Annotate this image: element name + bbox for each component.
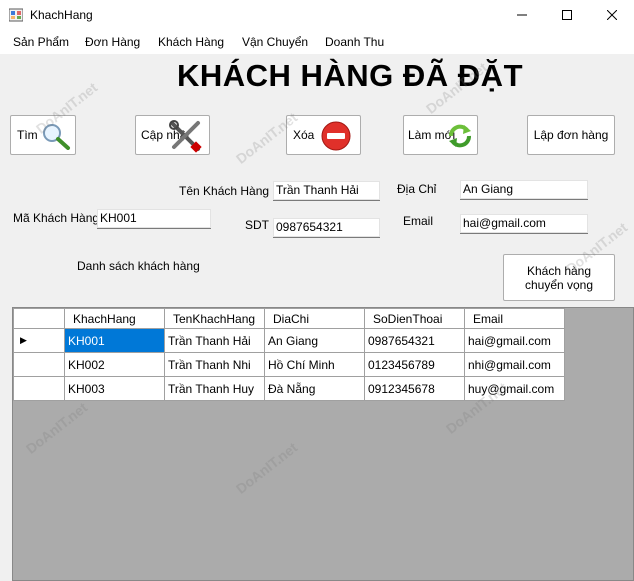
column-header-tenkhachhang[interactable]: TenKhachHang <box>164 308 265 329</box>
search-button[interactable]: Tìm <box>10 115 76 155</box>
close-button[interactable] <box>589 0 634 30</box>
minimize-icon <box>516 14 527 16</box>
refresh-icon <box>449 124 471 148</box>
menu-doanh-thu[interactable]: Doanh Thu <box>325 35 384 49</box>
menu-khach-hang[interactable]: Khách Hàng <box>158 35 224 49</box>
search-icon <box>43 124 70 150</box>
customer-data-grid[interactable]: KhachHang TenKhachHang DiaChi SoDienThoa… <box>12 307 634 581</box>
column-header-khachhang[interactable]: KhachHang <box>64 308 165 329</box>
current-row-arrow-icon: ▶ <box>20 335 27 345</box>
menu-bar: Sản Phẩm Đơn Hàng Khách Hàng Vận Chuyển … <box>0 30 634 54</box>
row-header[interactable]: ▶ <box>13 328 65 353</box>
potential-customers-button-label: Khách hàng chuyển vọng <box>524 263 594 292</box>
table-cell[interactable]: Đà Nẵng <box>264 376 365 401</box>
create-order-button[interactable]: Lập đơn hàng <box>527 115 615 155</box>
window-title: KhachHang <box>30 8 93 22</box>
table-cell[interactable]: Hồ Chí Minh <box>264 352 365 377</box>
table-cell[interactable]: 0912345678 <box>364 376 465 401</box>
minimize-button[interactable] <box>499 0 544 30</box>
customer-name-field[interactable]: Trần Thanh Hải <box>273 181 380 201</box>
table-cell[interactable]: KH002 <box>64 352 165 377</box>
row-header[interactable] <box>13 376 65 401</box>
table-cell[interactable]: KH003 <box>64 376 165 401</box>
customer-table: KhachHang TenKhachHang DiaChi SoDienThoa… <box>13 308 565 401</box>
email-label: Email <box>403 214 434 228</box>
table-cell[interactable]: Trần Thanh Huy <box>164 376 265 401</box>
page-title: KHÁCH HÀNG ĐÃ ĐẶT <box>176 58 524 93</box>
app-icon <box>9 8 23 22</box>
row-header-corner <box>13 308 65 329</box>
phone-field[interactable]: 0987654321 <box>273 218 380 238</box>
delete-button[interactable]: Xóa <box>286 115 361 155</box>
column-header-sodienthoai[interactable]: SoDienThoai <box>364 308 465 329</box>
title-bar: KhachHang <box>0 0 634 30</box>
table-cell[interactable]: nhi@gmail.com <box>464 352 565 377</box>
delete-button-label: Xóa <box>293 128 315 142</box>
customer-list-label: Danh sách khách hàng <box>77 259 200 273</box>
phone-label: SDT <box>245 218 269 232</box>
create-order-button-label: Lập đơn hàng <box>533 128 609 142</box>
table-row[interactable]: ▶ KH001 Trần Thanh Hải An Giang 09876543… <box>13 328 565 353</box>
customer-id-field[interactable]: KH001 <box>97 209 211 229</box>
address-label: Địa Chỉ <box>397 182 437 196</box>
customer-name-label: Tên Khách Hàng <box>179 184 270 198</box>
potential-customers-button[interactable]: Khách hàng chuyển vọng <box>503 254 615 301</box>
search-button-label: Tìm <box>17 128 38 142</box>
menu-van-chuyen[interactable]: Vận Chuyển <box>242 35 308 49</box>
menu-san-pham[interactable]: Sản Phẩm <box>13 35 69 49</box>
maximize-icon <box>561 10 572 20</box>
column-header-email[interactable]: Email <box>464 308 565 329</box>
delete-icon <box>321 121 351 151</box>
tools-icon <box>169 120 202 153</box>
close-icon <box>606 10 617 20</box>
table-cell[interactable]: Trần Thanh Hải <box>164 328 265 353</box>
table-row[interactable]: KH002 Trần Thanh Nhi Hồ Chí Minh 0123456… <box>13 352 565 377</box>
email-field[interactable]: hai@gmail.com <box>460 214 588 234</box>
maximize-button[interactable] <box>544 0 589 30</box>
table-cell[interactable]: huy@gmail.com <box>464 376 565 401</box>
menu-don-hang[interactable]: Đơn Hàng <box>85 35 140 49</box>
table-cell[interactable]: An Giang <box>264 328 365 353</box>
table-header-row: KhachHang TenKhachHang DiaChi SoDienThoa… <box>13 308 565 329</box>
table-cell[interactable]: 0123456789 <box>364 352 465 377</box>
column-header-diachi[interactable]: DiaChi <box>264 308 365 329</box>
row-header[interactable] <box>13 352 65 377</box>
update-button[interactable]: Cập nhật <box>135 115 210 155</box>
table-cell[interactable]: hai@gmail.com <box>464 328 565 353</box>
table-cell[interactable]: Trần Thanh Nhi <box>164 352 265 377</box>
address-field[interactable]: An Giang <box>460 180 588 200</box>
table-cell[interactable]: KH001 <box>64 328 165 353</box>
table-row[interactable]: KH003 Trần Thanh Huy Đà Nẵng 0912345678 … <box>13 376 565 401</box>
table-cell[interactable]: 0987654321 <box>364 328 465 353</box>
refresh-button[interactable]: Làm mới <box>403 115 478 155</box>
customer-id-label: Mã Khách Hàng <box>13 211 100 225</box>
